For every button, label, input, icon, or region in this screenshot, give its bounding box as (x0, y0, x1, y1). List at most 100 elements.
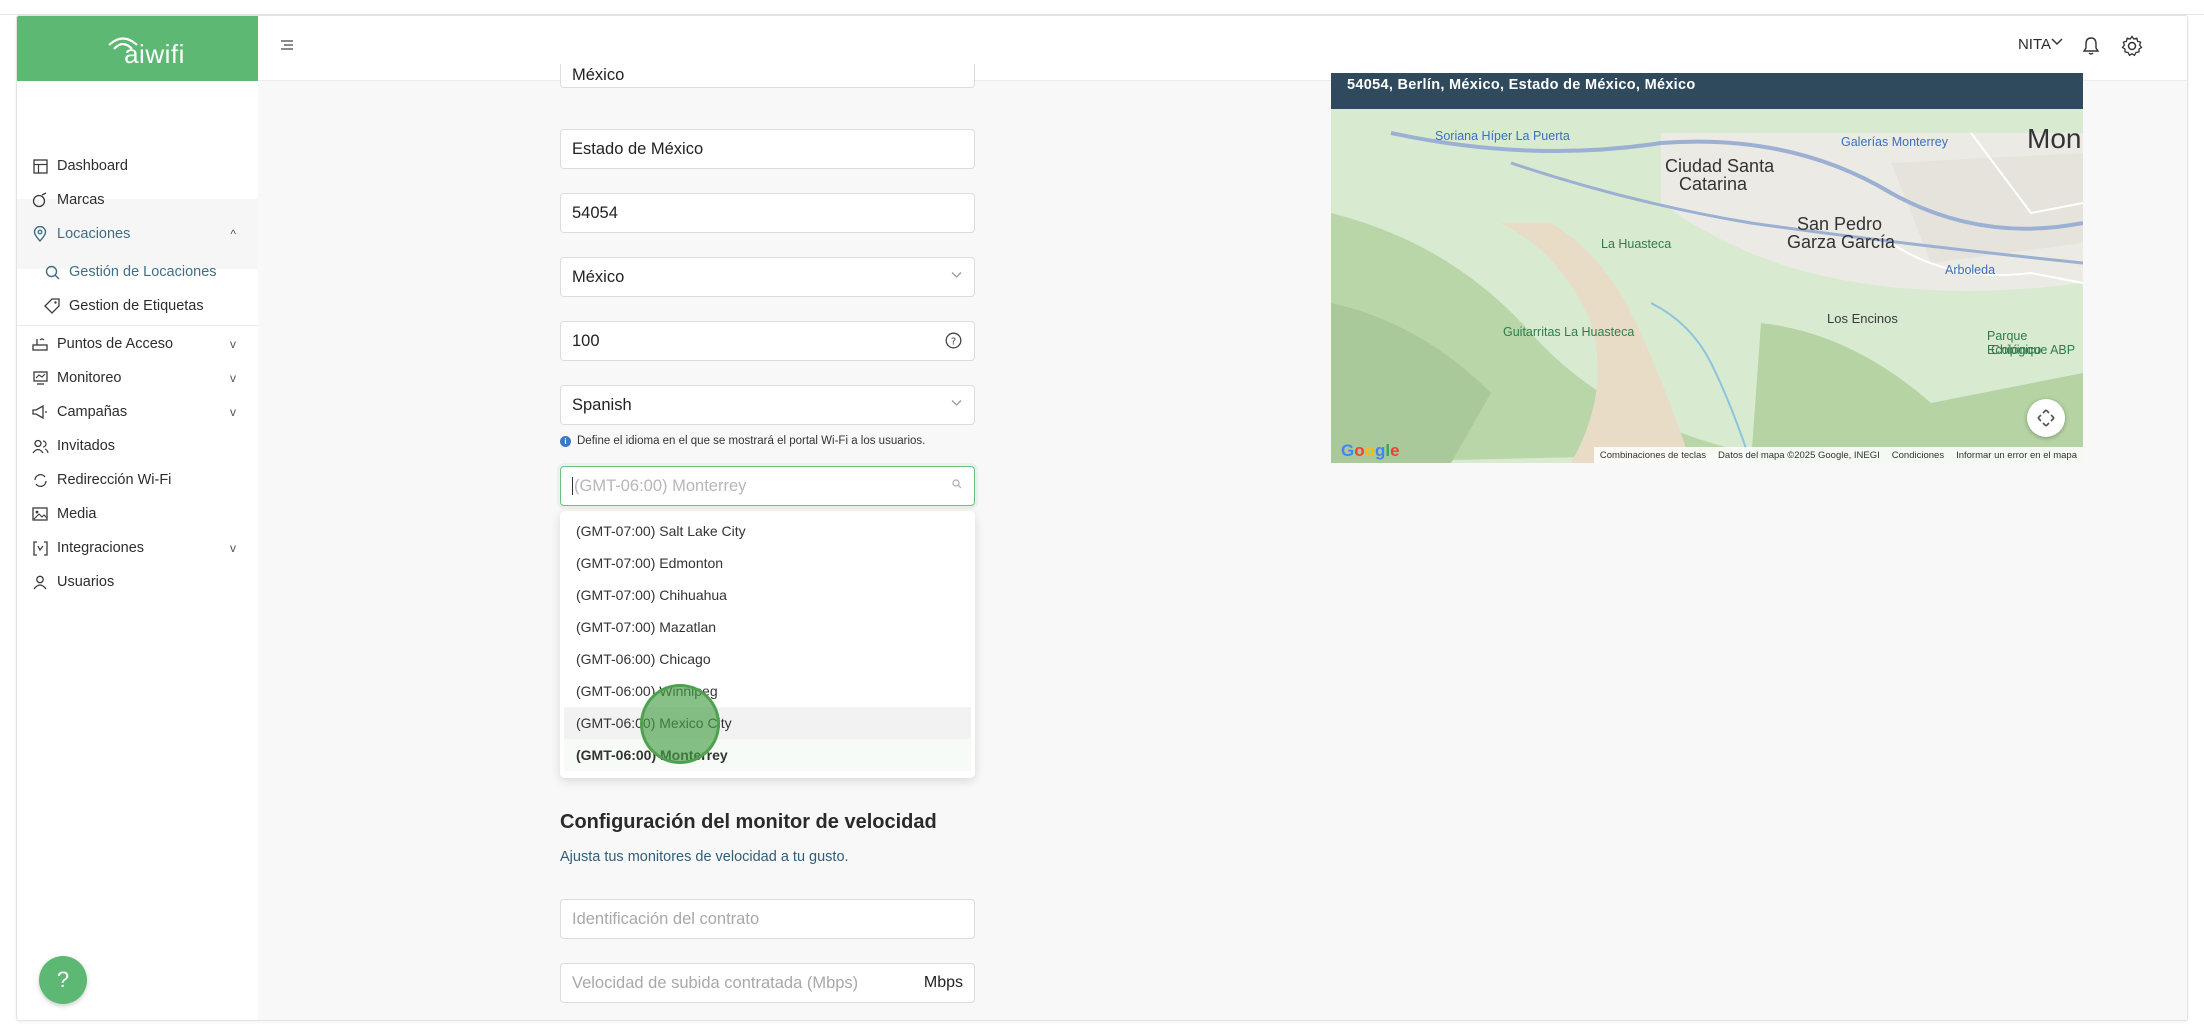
map-label: Galerías Monterrey (1841, 135, 1948, 149)
map-address-bar: 54054, Berlín, México, Estado de México,… (1331, 73, 2083, 109)
label-icon (43, 297, 61, 315)
menu-toggle-icon[interactable] (280, 38, 300, 58)
sidebar-item-label: Locaciones (57, 226, 131, 242)
map-footer: Combinaciones de teclas Datos del mapa ©… (1593, 447, 2083, 463)
sidebar-item-integraciones[interactable]: Integraciones v (17, 533, 258, 563)
timezone-search-input[interactable]: (GMT-06:00) Monterrey (560, 466, 975, 506)
sidebar-item-campanas[interactable]: Campañas v (17, 397, 258, 427)
map-label: Arboleda (1945, 263, 1996, 277)
timezone-option-hovered[interactable]: (GMT-06:00) Mexico City (564, 707, 971, 739)
timezone-dropdown: (GMT-07:00) Salt Lake City (GMT-07:00) E… (560, 511, 975, 778)
map-label: Catarina (1679, 174, 1748, 194)
chevron-down-icon: v (230, 337, 236, 351)
chevron-up-icon: ^ (230, 227, 236, 241)
field-value: 54054 (572, 203, 618, 222)
sidebar-divider (17, 325, 258, 326)
tag-icon (31, 191, 49, 209)
sidebar-item-label: Monitoreo (57, 370, 122, 386)
map-label: Mon (2027, 123, 2082, 154)
hint-text: Define el idioma en el que se mostrará e… (577, 435, 926, 447)
media-icon (31, 505, 49, 523)
info-icon: i (560, 435, 571, 447)
sidebar-item-label: Usuarios (57, 574, 115, 590)
map-label: Los Encinos (1827, 311, 1898, 326)
top-header: NITA (258, 16, 2187, 81)
map-label: Guitarritas La Huasteca (1503, 325, 1635, 339)
help-circle-icon[interactable]: ? (945, 332, 962, 354)
svg-text:?: ? (951, 337, 956, 348)
field-value: México (572, 66, 625, 84)
sidebar-item-gestion-locaciones[interactable]: Gestión de Locaciones (17, 257, 258, 287)
map-shortcuts-link[interactable]: Combinaciones de teclas (1600, 450, 1706, 461)
brand-logo[interactable]: aiwifi (17, 16, 258, 81)
radius-field[interactable]: 100 ? (560, 321, 975, 361)
sidebar-item-marcas[interactable]: Marcas (17, 185, 258, 215)
sidebar-item-gestion-etiquetas[interactable]: Gestion de Etiquetas (17, 291, 258, 321)
chevron-down-icon: v (230, 405, 236, 419)
search-icon (952, 479, 962, 492)
chevron-down-icon (951, 398, 962, 410)
language-select[interactable]: Spanish (560, 385, 975, 425)
map-label: Soriana Híper La Puerta (1435, 129, 1570, 143)
input-placeholder: Velocidad de subida contratada (Mbps) (572, 973, 859, 992)
help-button[interactable]: ? (39, 956, 87, 1004)
timezone-option[interactable]: (GMT-06:00) Winnipeg (564, 675, 971, 707)
sidebar-item-label: Marcas (57, 192, 105, 208)
sidebar-item-redireccion[interactable]: Redirección Wi-Fi (17, 465, 258, 495)
country-top-field[interactable]: México (560, 64, 975, 88)
upload-speed-input[interactable]: Velocidad de subida contratada (Mbps) Mb… (560, 963, 975, 1003)
sidebar-item-monitoreo[interactable]: Monitoreo v (17, 363, 258, 393)
timezone-option-selected[interactable]: (GMT-06:00) Monterrey (564, 739, 971, 771)
gear-icon[interactable] (2121, 35, 2143, 62)
location-map[interactable]: 54054, Berlín, México, Estado de México,… (1331, 73, 2083, 463)
sidebar-item-label: Campañas (57, 404, 128, 420)
unit-suffix: Mbps (923, 974, 963, 991)
sidebar-item-label: Redirección Wi-Fi (57, 472, 172, 488)
map-data-credit: Datos del mapa ©2025 Google, INEGI (1718, 449, 1880, 461)
bell-icon[interactable] (2081, 36, 2101, 61)
sidebar-item-label: Invitados (57, 438, 116, 454)
speed-section-title: Configuración del monitor de velocidad (560, 811, 937, 833)
map-report-link[interactable]: Informar un error en el mapa (1956, 450, 2077, 461)
state-field[interactable]: Estado de México (560, 129, 975, 169)
router-icon (31, 335, 49, 353)
sidebar-item-dashboard[interactable]: Dashboard (17, 151, 258, 181)
sidebar-item-puntos-acceso[interactable]: Puntos de Acceso v (17, 329, 258, 359)
sidebar-item-label: Puntos de Acceso (57, 336, 174, 352)
sidebar-item-usuarios[interactable]: Usuarios (17, 567, 258, 597)
input-placeholder: Identificación del contrato (572, 909, 760, 928)
contract-id-input[interactable]: Identificación del contrato (560, 899, 975, 939)
sidebar-item-label: Dashboard (57, 158, 128, 174)
sidebar-item-media[interactable]: Media (17, 499, 258, 529)
map-terms-link[interactable]: Condiciones (1892, 450, 1944, 461)
postal-code-field[interactable]: 54054 (560, 193, 975, 233)
map-label: Chipinque ABP (1991, 343, 2076, 357)
users-icon (31, 437, 49, 455)
field-value: 100 (572, 331, 600, 350)
map-label: La Huasteca (1601, 237, 1672, 251)
sidebar-item-locaciones[interactable]: Locaciones ^ (17, 219, 258, 249)
sidebar-item-invitados[interactable]: Invitados (17, 431, 258, 461)
timezone-option[interactable]: (GMT-07:00) Edmonton (564, 547, 971, 579)
language-hint: i Define el idioma en el que se mostrará… (560, 435, 925, 447)
location-search-icon (43, 263, 61, 281)
sidebar-item-label: Integraciones (57, 540, 145, 556)
timezone-option[interactable]: (GMT-06:00) Chicago (564, 643, 971, 675)
speed-section-subtitle: Ajusta tus monitores de velocidad a tu g… (560, 849, 849, 865)
redirect-icon (31, 471, 49, 489)
timezone-option[interactable]: (GMT-07:00) Salt Lake City (564, 515, 971, 547)
field-value: Estado de México (572, 139, 704, 158)
user-icon (31, 573, 49, 591)
input-placeholder: (GMT-06:00) Monterrey (574, 476, 747, 495)
text-cursor (572, 477, 573, 495)
timezone-option[interactable]: (GMT-07:00) Mazatlan (564, 611, 971, 643)
map-fullscreen-icon[interactable] (2027, 399, 2065, 437)
user-menu[interactable]: NITA (2018, 36, 2051, 53)
location-pin-icon (31, 225, 49, 243)
timezone-option[interactable]: (GMT-07:00) Chihuahua (564, 579, 971, 611)
sidebar-item-label: Gestión de Locaciones (69, 264, 217, 280)
map-label: Garza García (1787, 232, 1896, 252)
country-select[interactable]: México (560, 257, 975, 297)
chevron-down-icon[interactable] (2050, 34, 2064, 50)
chevron-down-icon: v (230, 541, 236, 555)
